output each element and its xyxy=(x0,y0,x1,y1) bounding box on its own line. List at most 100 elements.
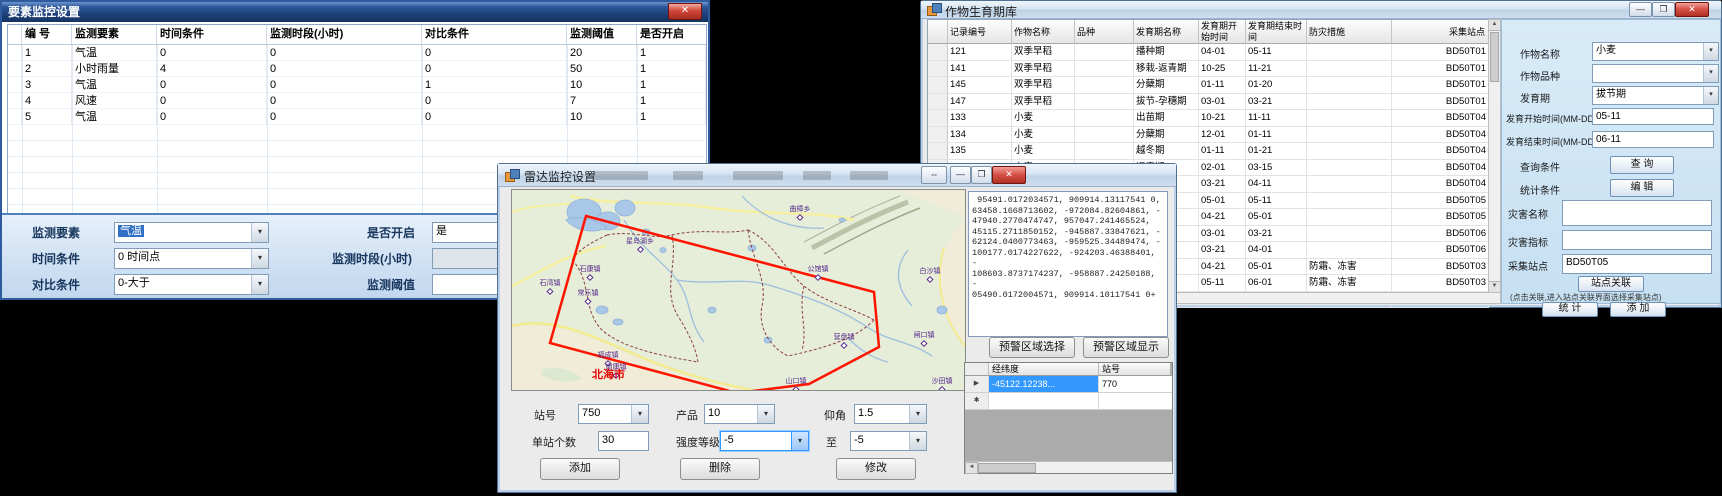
station-cell[interactable] xyxy=(1099,393,1170,409)
close-button[interactable]: ✕ xyxy=(1675,2,1709,17)
header-start-date[interactable]: 发育期开始时间 xyxy=(1199,20,1246,44)
table-cell: 0 xyxy=(157,93,267,109)
maximize-button[interactable]: ❐ xyxy=(1652,2,1675,17)
table-row[interactable]: 141双季早稻移栽-返青期10-2511-21BD50T01 xyxy=(928,61,1489,78)
station-link-button[interactable]: 站点关联 xyxy=(1578,276,1644,292)
header-time-condition[interactable]: 时间条件 xyxy=(157,25,267,44)
table-row[interactable]: 2小时雨量400501 xyxy=(8,61,706,77)
chevron-down-icon[interactable]: ▾ xyxy=(909,405,926,423)
chevron-down-icon[interactable]: ▾ xyxy=(251,223,268,242)
coords-cell[interactable] xyxy=(989,393,1099,409)
disaster-indicator-input[interactable] xyxy=(1562,230,1712,250)
scroll-left-icon[interactable]: ◄ xyxy=(965,462,978,474)
elevation-dropdown[interactable]: 1.5 ▾ xyxy=(854,404,927,424)
row-selector-icon[interactable]: ▶ xyxy=(965,376,989,392)
coords-cell[interactable]: -45122.12238... xyxy=(989,376,1099,392)
warning-area-show-button[interactable]: 预警区域显示 xyxy=(1083,337,1169,358)
header-stage-name[interactable]: 发育期名称 xyxy=(1134,20,1199,44)
modify-button[interactable]: 修改 xyxy=(836,458,916,480)
delete-button[interactable]: 删除 xyxy=(680,458,760,480)
table-row[interactable]: 145双季早稻分蘖期01-1101-20BD50T01 xyxy=(928,77,1489,94)
to-level-dropdown[interactable]: -5 ▾ xyxy=(850,431,927,451)
compare-dropdown[interactable]: 0-大于 ▾ xyxy=(114,274,269,295)
station-cell[interactable]: 770 xyxy=(1099,376,1170,392)
header-crop-name[interactable]: 作物名称 xyxy=(1012,20,1075,44)
crop-window-titlebar[interactable]: 作物生育期库 — ❐ ✕ xyxy=(921,1,1721,19)
radar-window-titlebar[interactable]: 雷达监控设置 ⇔ — ❐ ✕ xyxy=(498,164,1176,187)
add-button[interactable]: 添加 xyxy=(540,458,620,480)
chevron-down-icon[interactable]: ▾ xyxy=(631,405,648,423)
element-dropdown[interactable]: 气温 ▾ xyxy=(114,222,269,243)
intensity-level-dropdown[interactable]: -5 ▾ xyxy=(720,431,809,451)
start-date-input[interactable]: 05-11 xyxy=(1592,108,1714,125)
header-record-id[interactable]: 记录编号 xyxy=(948,20,1012,44)
station-input[interactable]: BD50T05 xyxy=(1562,254,1712,274)
table-row[interactable]: 121双季早稻播种期04-0105-11BD50T01 xyxy=(928,44,1489,61)
header-coords[interactable]: 经纬度 xyxy=(989,363,1099,376)
table-row[interactable]: 5气温000101 xyxy=(8,109,706,125)
chevron-down-icon[interactable]: ▾ xyxy=(791,432,808,450)
table-row[interactable]: 3气温001101 xyxy=(8,77,706,93)
table-row[interactable]: 135小麦越冬期01-1101-21BD50T04 xyxy=(928,143,1489,160)
table-row[interactable]: 147双季早稻拔节-孕穗期03-0103-21BD50T01 xyxy=(928,94,1489,111)
header-compare[interactable]: 对比条件 xyxy=(422,25,567,44)
table-row[interactable]: 4风速00071 xyxy=(8,93,706,109)
table-row[interactable]: 133小麦出苗期10-2111-11BD50T04 xyxy=(928,110,1489,127)
station-number-dropdown[interactable]: 750 ▾ xyxy=(578,404,649,424)
warning-area-select-button[interactable]: 预警区域选择 xyxy=(989,337,1075,358)
maximize-button[interactable]: ❐ xyxy=(971,166,992,184)
chevron-down-icon[interactable]: ▾ xyxy=(757,405,774,423)
close-button[interactable]: ✕ xyxy=(668,3,702,20)
header-enabled[interactable]: 是否开启 xyxy=(637,25,706,44)
end-date-input[interactable]: 06-11 xyxy=(1592,131,1714,148)
coordinates-textbox[interactable]: 95491.0172034571, 909914.13117541 0, 634… xyxy=(968,191,1168,337)
new-row-icon[interactable]: ✱ xyxy=(965,393,989,409)
add-button[interactable]: 添 加 xyxy=(1610,302,1666,317)
chevron-down-icon[interactable]: ▾ xyxy=(1703,65,1718,82)
station-count-input[interactable]: 30 xyxy=(598,431,649,451)
header-end-date[interactable]: 发育期结束时间 xyxy=(1246,20,1307,44)
header-station[interactable]: 采集站点 xyxy=(1392,20,1489,44)
scroll-thumb[interactable] xyxy=(1490,32,1499,82)
product-dropdown[interactable]: 10 ▾ xyxy=(704,404,775,424)
table-row[interactable]: 1气温000201 xyxy=(8,45,706,61)
time-condition-dropdown[interactable]: 0 时间点 ▾ xyxy=(114,248,269,269)
disaster-name-input[interactable] xyxy=(1562,200,1712,226)
scroll-thumb[interactable] xyxy=(978,463,1036,473)
town-label: 石康镇 xyxy=(580,264,601,280)
chevron-down-icon[interactable]: ▾ xyxy=(909,432,926,450)
variety-dropdown[interactable]: ▾ xyxy=(1592,64,1719,83)
table-row[interactable]: 134小麦分蘖期12-0101-11BD50T04 xyxy=(928,127,1489,144)
scroll-up-icon[interactable]: ▲ xyxy=(1489,20,1500,31)
chevron-down-icon[interactable]: ▾ xyxy=(251,249,268,268)
chevron-down-icon[interactable]: ▾ xyxy=(1703,87,1718,104)
close-button[interactable]: ✕ xyxy=(992,166,1026,184)
stage-dropdown[interactable]: 拔节期 ▾ xyxy=(1592,86,1719,105)
minimize-button[interactable]: — xyxy=(1629,2,1652,17)
header-variety[interactable]: 品种 xyxy=(1075,20,1134,44)
scroll-down-icon[interactable]: ▼ xyxy=(1489,281,1500,292)
chevron-down-icon[interactable]: ▾ xyxy=(1703,43,1718,60)
header-element[interactable]: 监测要素 xyxy=(72,25,157,44)
stat-button[interactable]: 统 计 xyxy=(1542,302,1598,317)
edit-button[interactable]: 编 辑 xyxy=(1610,179,1674,197)
crop-name-dropdown[interactable]: 小麦 ▾ xyxy=(1592,42,1719,61)
grid-row[interactable]: ▶ -45122.12238... 770 xyxy=(965,376,1172,393)
crop-grid-vscrollbar[interactable]: ▲ ▼ xyxy=(1488,19,1501,293)
minimize-button[interactable]: — xyxy=(950,166,971,184)
table-cell: 1 xyxy=(637,109,706,125)
map-view[interactable]: 星岛湖乡石康镇石湾镇常乐镇曲樟乡公馆镇白沙镇闸口镇营盘镇福成镇南康镇山口镇沙田镇… xyxy=(511,189,966,391)
header-prevention[interactable]: 防灾措施 xyxy=(1307,20,1392,44)
monitor-window-titlebar[interactable]: 要素监控设置 xyxy=(2,2,708,22)
grid-new-row[interactable]: ✱ xyxy=(965,393,1172,410)
header-station[interactable]: 站号 xyxy=(1099,363,1170,376)
chevron-down-icon[interactable]: ▾ xyxy=(251,275,268,294)
table-cell: BD50T04 xyxy=(1392,176,1489,192)
header-period[interactable]: 监测时段(小时) xyxy=(267,25,422,44)
table-cell xyxy=(1075,94,1134,110)
header-id[interactable]: 编 号 xyxy=(22,25,72,44)
header-threshold[interactable]: 监测阈值 xyxy=(567,25,637,44)
query-button[interactable]: 查 询 xyxy=(1610,156,1674,174)
resize-icon[interactable]: ⇔ xyxy=(921,166,947,184)
grid-hscrollbar[interactable]: ◄ xyxy=(965,461,1172,473)
